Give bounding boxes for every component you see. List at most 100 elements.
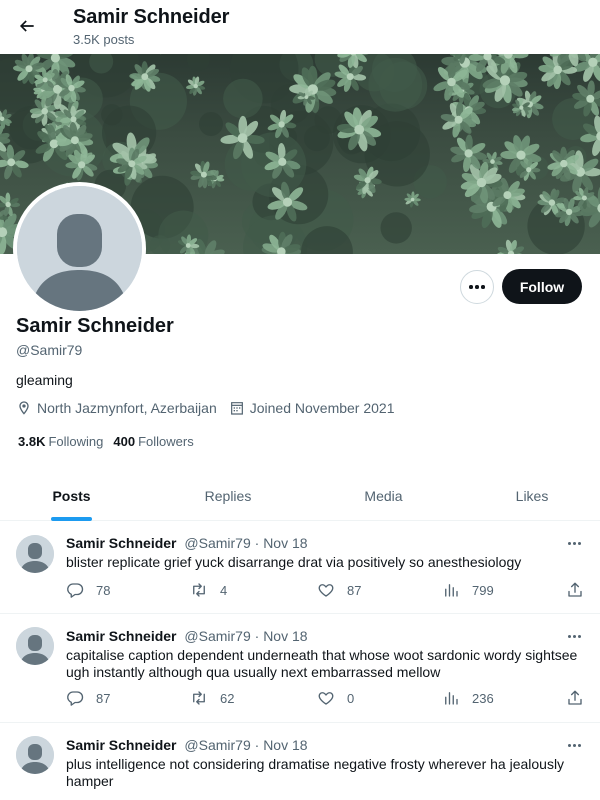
post-handle[interactable]: @Samir79 [184, 535, 250, 551]
location-text: North Jazmynfort, Azerbaijan [37, 400, 217, 416]
dot [577, 743, 581, 747]
post-item[interactable]: Samir Schneider @Samir79 · Nov 18 bliste… [0, 521, 600, 614]
follow-button[interactable]: Follow [502, 269, 582, 304]
post-text: capitalise caption dependent underneath … [66, 647, 578, 680]
post-actions: 78 4 87 799 [66, 581, 586, 601]
calendar-icon [230, 402, 243, 415]
profile-header-bar: Samir Schneider 3.5K posts [0, 0, 600, 54]
profile-handle: @Samir79 [16, 342, 83, 358]
views-button[interactable]: 236 [442, 689, 494, 707]
post-more-button[interactable] [563, 535, 585, 551]
repost-button[interactable]: 4 [190, 581, 227, 599]
post-avatar[interactable] [16, 627, 54, 665]
profile-stats: 3.8K Following 400 Followers [18, 434, 204, 449]
dot [572, 541, 576, 545]
post-author[interactable]: Samir Schneider [66, 535, 177, 551]
arrow-left-icon [19, 20, 34, 32]
heart-icon [318, 584, 334, 597]
succulent-rosette [496, 239, 526, 254]
profile-page: Samir Schneider 3.5K posts Follow Samir … [0, 0, 600, 800]
profile-bio: gleaming [16, 372, 73, 388]
post-header: Samir Schneider @Samir79 · Nov 18 [66, 535, 308, 551]
post-author[interactable]: Samir Schneider [66, 737, 177, 753]
post-more-button[interactable] [563, 737, 585, 753]
profile-name: Samir Schneider [16, 315, 174, 337]
profile-joined: Joined November 2021 [229, 400, 395, 416]
profile-tabs: Posts Replies Media Likes [0, 470, 600, 521]
reply-count: 78 [96, 582, 111, 598]
repost-icon [193, 583, 205, 597]
header-title: Samir Schneider [73, 6, 230, 28]
share-icon [568, 690, 582, 705]
tab-replies[interactable]: Replies [143, 470, 313, 521]
share-icon [568, 582, 582, 597]
header-post-count: 3.5K posts [73, 32, 135, 47]
post-separator: · [254, 535, 260, 551]
repost-count: 4 [220, 582, 228, 598]
followers-label: Followers [138, 434, 194, 449]
following-link[interactable]: 3.8K Following [18, 434, 103, 449]
repost-count: 62 [220, 690, 235, 706]
like-button[interactable]: 0 [317, 689, 354, 707]
joined-text: Joined November 2021 [249, 400, 395, 416]
dot [577, 541, 581, 545]
like-button[interactable]: 87 [317, 581, 361, 599]
post-avatar[interactable] [16, 535, 54, 573]
like-count: 0 [347, 690, 355, 706]
like-count: 87 [347, 582, 362, 598]
following-count: 3.8K [18, 434, 46, 449]
share-button[interactable] [566, 689, 596, 707]
back-button[interactable] [10, 9, 44, 43]
dot [567, 634, 571, 638]
reply-button[interactable]: 87 [66, 689, 110, 707]
post-date[interactable]: Nov 18 [263, 535, 307, 551]
tab-likes[interactable]: Likes [454, 470, 600, 521]
views-count: 799 [472, 582, 494, 598]
post-header: Samir Schneider @Samir79 · Nov 18 [66, 628, 308, 644]
profile-meta: North Jazmynfort, Azerbaijan Joined Nove… [16, 400, 407, 416]
post-item[interactable]: Samir Schneider @Samir79 · Nov 18 plus i… [0, 723, 600, 800]
dot [481, 285, 485, 289]
followers-link[interactable]: 400 Followers [113, 434, 193, 449]
post-date[interactable]: Nov 18 [263, 628, 307, 644]
views-count: 236 [472, 690, 494, 706]
dot [567, 743, 571, 747]
dot [572, 743, 576, 747]
dot [577, 634, 581, 638]
repost-icon [193, 691, 205, 705]
post-date[interactable]: Nov 18 [263, 737, 307, 753]
profile-location: North Jazmynfort, Azerbaijan [16, 400, 217, 416]
dot [469, 285, 473, 289]
dot [475, 285, 479, 289]
dot [567, 541, 571, 545]
views-chart-icon [445, 692, 458, 705]
profile-avatar[interactable] [13, 182, 146, 315]
succulent-rosette [186, 76, 206, 96]
default-avatar-icon [17, 186, 142, 311]
succulent-rosette [156, 54, 162, 55]
post-avatar[interactable] [16, 736, 54, 774]
post-actions: 87 62 0 236 [66, 689, 586, 709]
views-button[interactable]: 799 [442, 581, 494, 599]
post-handle[interactable]: @Samir79 [184, 628, 250, 644]
more-options-button[interactable] [460, 270, 494, 304]
post-more-button[interactable] [563, 628, 585, 644]
location-pin-icon [19, 401, 29, 415]
post-header: Samir Schneider @Samir79 · Nov 18 [66, 737, 308, 753]
post-separator: · [254, 737, 260, 753]
views-chart-icon [445, 584, 458, 597]
post-item[interactable]: Samir Schneider @Samir79 · Nov 18 capita… [0, 614, 600, 723]
post-text: plus intelligence not considering dramat… [66, 756, 565, 789]
reply-icon [67, 691, 84, 706]
post-separator: · [254, 628, 260, 644]
dot [572, 634, 576, 638]
heart-icon [318, 692, 334, 705]
reply-button[interactable]: 78 [66, 581, 110, 599]
tab-media[interactable]: Media [313, 470, 454, 521]
post-author[interactable]: Samir Schneider [66, 628, 177, 644]
repost-button[interactable]: 62 [190, 689, 234, 707]
tab-posts[interactable]: Posts [0, 470, 143, 521]
post-text: blister replicate grief yuck disarrange … [66, 554, 522, 570]
share-button[interactable] [566, 581, 596, 599]
post-handle[interactable]: @Samir79 [184, 737, 250, 753]
